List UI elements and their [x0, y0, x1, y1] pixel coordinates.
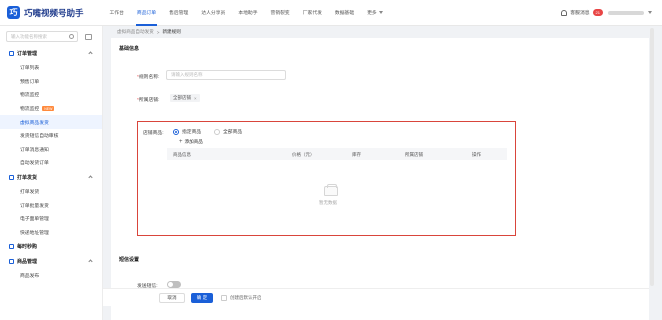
- bell-icon[interactable]: [561, 9, 568, 16]
- new-badge: NEW: [42, 106, 55, 112]
- nav-workbench[interactable]: 工作台: [103, 0, 130, 26]
- th-stock: 库存: [352, 151, 361, 157]
- sidebar-group-flash[interactable]: 每时秒购: [0, 239, 102, 254]
- sidebar-item-logistics-new[interactable]: 物流监控 NEW: [0, 102, 102, 116]
- chevron-down-icon: [378, 11, 383, 14]
- messages-link[interactable]: 客服消息: [570, 9, 589, 16]
- order-icon: [9, 51, 14, 56]
- sidebar-group-goods[interactable]: 商品管理: [0, 254, 102, 269]
- chevron-up-icon: [88, 259, 93, 264]
- collapse-sidebar-icon[interactable]: [85, 33, 92, 40]
- sidebar: 输入功能名称搜索 订单管理 订单列表 预售订单 物流监控 物流监控 NEW 虚拟…: [0, 26, 103, 320]
- empty-text: 暂无数据: [319, 200, 337, 205]
- sidebar-item-auto-delivery[interactable]: 自动发货订单: [0, 156, 102, 170]
- sidebar-item-publish[interactable]: 商品发布: [0, 269, 102, 283]
- store-goods-label: 店铺商品:: [143, 131, 164, 136]
- default-enable-label: 创建后默认开启: [230, 295, 262, 300]
- flash-icon: [9, 244, 14, 250]
- sidebar-search-row: 输入功能名称搜索: [0, 26, 102, 46]
- radio-all-goods[interactable]: 全部商品: [214, 128, 242, 135]
- rule-name-input[interactable]: 请输入规则名称: [166, 70, 286, 80]
- rule-name-label: *规则名称:: [137, 75, 160, 80]
- nav-promoters[interactable]: 达人分享员: [195, 0, 232, 26]
- nav-marketing[interactable]: 营销裂变: [264, 0, 296, 26]
- sidebar-search-input[interactable]: 输入功能名称搜索: [6, 31, 78, 42]
- sidebar-item-sms-audit[interactable]: 发货短信自动审核: [0, 129, 102, 143]
- form-card: 基础信息 *规则名称: 请输入规则名称 *所属店铺: 全部店铺 × 店铺商品: 指…: [111, 38, 649, 320]
- search-icon[interactable]: [69, 34, 74, 39]
- nav-local[interactable]: 本地助手: [232, 0, 264, 26]
- th-goods-info: 商品信息: [173, 151, 191, 157]
- breadcrumb: 虚拟商品自动发货 > 新建规则: [103, 26, 662, 38]
- shop-label: *所属店铺:: [137, 98, 160, 103]
- chevron-up-icon: [88, 175, 93, 180]
- message-count-badge: 21: [592, 9, 603, 16]
- chevron-up-icon: [88, 51, 93, 56]
- sidebar-item-address[interactable]: 快递地址管理: [0, 226, 102, 240]
- radio-specified-goods[interactable]: 指定商品: [173, 128, 201, 135]
- th-shop: 所属店铺: [405, 151, 423, 157]
- sidebar-item-order-notify[interactable]: 订单消息通知: [0, 143, 102, 157]
- nav-after-sales[interactable]: 售后管理: [163, 0, 195, 26]
- default-enable-checkbox[interactable]: [221, 295, 227, 301]
- send-sms-toggle[interactable]: [167, 281, 181, 288]
- sidebar-item-waybill[interactable]: 电子面单管理: [0, 212, 102, 226]
- sidebar-item-logistics[interactable]: 物流监控: [0, 88, 102, 102]
- footer-bar: 取消 确 定 创建后默认开启: [103, 288, 649, 306]
- sidebar-item-virtual-delivery[interactable]: 虚拟商品发货: [0, 115, 102, 129]
- print-icon: [9, 174, 14, 180]
- sidebar-item-presale[interactable]: 预售订单: [0, 75, 102, 89]
- nav-data[interactable]: 数据基础: [328, 0, 360, 26]
- sms-settings-title: 短信设置: [119, 257, 140, 263]
- nav-orders[interactable]: 商品订单: [130, 0, 162, 26]
- radio-icon: [214, 128, 220, 135]
- app-logo[interactable]: 巧 巧嘴视频号助手: [0, 6, 103, 19]
- radio-checked-icon: [173, 128, 179, 135]
- confirm-button[interactable]: 确 定: [191, 293, 213, 303]
- shop-chip[interactable]: 全部店铺 ×: [170, 94, 200, 102]
- main-nav: 工作台 商品订单 售后管理 达人分享员 本地助手 营销裂变 厂家代发 数据基础 …: [103, 0, 389, 26]
- empty-box-icon: [324, 184, 338, 196]
- top-bar: 巧 巧嘴视频号助手 工作台 商品订单 售后管理 达人分享员 本地助手 营销裂变 …: [0, 0, 662, 26]
- app-name: 巧嘴视频号助手: [24, 7, 84, 18]
- goods-table-header: 商品信息 价格（元） 库存 所属店铺 操作: [167, 148, 507, 160]
- breadcrumb-separator: >: [156, 29, 160, 35]
- nav-more[interactable]: 更多: [361, 0, 390, 26]
- main-content: 虚拟商品自动发货 > 新建规则 基础信息 *规则名称: 请输入规则名称 *所属店…: [103, 26, 662, 320]
- plus-icon: +: [179, 139, 183, 145]
- user-name[interactable]: [608, 10, 644, 15]
- goods-icon: [9, 259, 14, 265]
- basic-info-title: 基础信息: [119, 46, 140, 52]
- sidebar-group-orders[interactable]: 订单管理: [0, 46, 102, 61]
- header-right: 客服消息 21: [561, 9, 662, 16]
- sidebar-item-print-ship[interactable]: 打单发货: [0, 185, 102, 199]
- page-scrollbar[interactable]: [650, 28, 654, 286]
- nav-dropship[interactable]: 厂家代发: [296, 0, 328, 26]
- sidebar-group-print[interactable]: 打单发货: [0, 170, 102, 185]
- sidebar-item-order-list[interactable]: 订单列表: [0, 61, 102, 75]
- user-menu-chevron-icon[interactable]: [648, 11, 652, 14]
- add-goods-button[interactable]: + 添加商品: [179, 139, 203, 145]
- sidebar-item-batch-ship[interactable]: 订单批量发货: [0, 198, 102, 212]
- breadcrumb-current: 新建规则: [162, 29, 181, 34]
- th-action: 操作: [472, 151, 481, 157]
- th-price: 价格（元）: [292, 151, 315, 157]
- close-icon[interactable]: ×: [194, 96, 197, 101]
- logo-icon: 巧: [7, 6, 20, 19]
- breadcrumb-parent[interactable]: 虚拟商品自动发货: [117, 29, 154, 35]
- cancel-button[interactable]: 取消: [159, 293, 185, 303]
